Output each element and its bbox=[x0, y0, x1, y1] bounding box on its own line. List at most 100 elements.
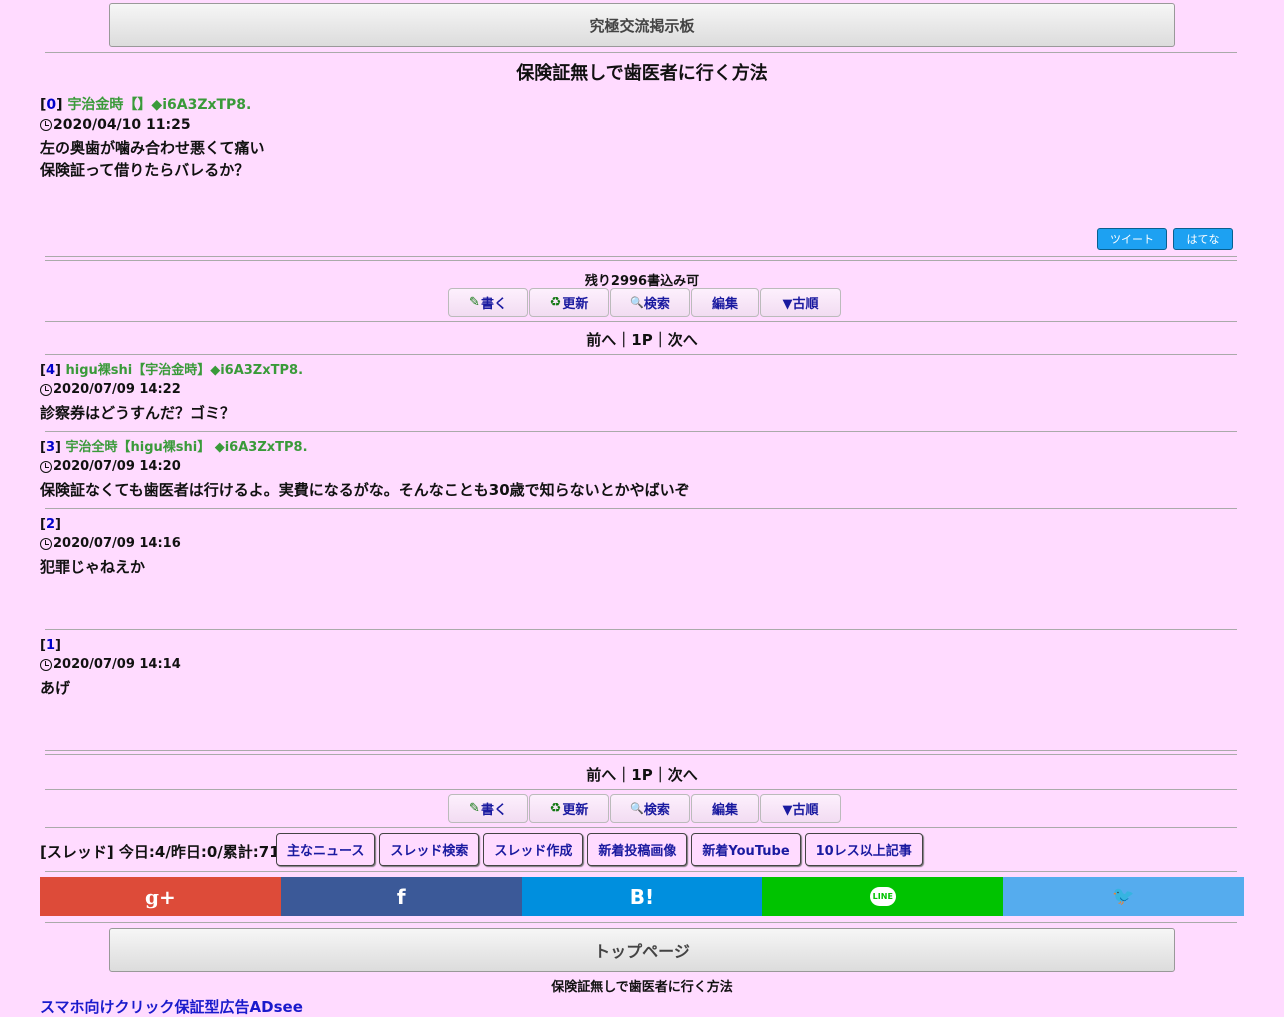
thread-create-button[interactable]: スレッド作成 bbox=[483, 833, 584, 866]
google-plus-icon: g+ bbox=[145, 884, 176, 909]
edit-button[interactable]: 編集 bbox=[691, 794, 759, 823]
post-header: [4] higu裸shi【宇治金時】◆i6A3ZxTP8. bbox=[40, 363, 304, 378]
next-link[interactable]: 次へ bbox=[668, 766, 698, 784]
refresh-button[interactable]: ♻ 更新 bbox=[529, 794, 609, 823]
refresh-label: 更新 bbox=[562, 297, 589, 312]
divider bbox=[45, 827, 1237, 828]
toolbar-bottom: ✎ 書く ♻ 更新 🔍 検索 編集 ▼古順 bbox=[448, 794, 841, 823]
prev-link[interactable]: 前へ bbox=[586, 331, 616, 349]
search-button[interactable]: 🔍 検索 bbox=[610, 794, 690, 823]
twitter-icon: 🐦 bbox=[1112, 886, 1135, 907]
post-date-row: 2020/07/09 14:16 bbox=[40, 534, 1240, 554]
op-post: [0] 宇治金時【】◆i6A3ZxTP8. 2020/04/10 11:25 左… bbox=[40, 95, 1240, 181]
divider bbox=[45, 321, 1237, 322]
search-button[interactable]: 🔍 検索 bbox=[610, 288, 690, 317]
new-images-button[interactable]: 新着投稿画像 bbox=[587, 833, 688, 866]
thread-search-button[interactable]: スレッド検索 bbox=[379, 833, 480, 866]
pager-separator: ｜ bbox=[652, 331, 668, 349]
hatena-button[interactable]: はてな bbox=[1173, 228, 1233, 250]
post-date: 2020/04/10 11:25 bbox=[53, 117, 191, 133]
search-label: 検索 bbox=[643, 803, 670, 818]
hatena-share-button[interactable]: B! bbox=[521, 877, 763, 916]
write-label: 書く bbox=[480, 297, 507, 312]
post-date-row: 2020/07/09 14:14 bbox=[40, 655, 1240, 675]
facebook-icon: f bbox=[396, 884, 406, 909]
refresh-label: 更新 bbox=[562, 803, 589, 818]
refresh-icon: ♻ bbox=[549, 295, 562, 310]
post-date: 2020/07/09 14:14 bbox=[53, 657, 181, 672]
post-author: 宇治全時【higu裸shi】 ◆i6A3ZxTP8. bbox=[65, 440, 308, 455]
pager-top: 前へ｜1P｜次へ bbox=[0, 329, 1284, 350]
post-number-link[interactable]: 1 bbox=[46, 638, 55, 653]
post-body: あげ bbox=[40, 679, 71, 697]
sort-order-button[interactable]: ▼古順 bbox=[760, 288, 841, 317]
write-label: 書く bbox=[480, 803, 507, 818]
remaining-posts: 残り2996書込み可 bbox=[584, 274, 700, 289]
edit-button[interactable]: 編集 bbox=[691, 288, 759, 317]
write-button[interactable]: ✎ 書く bbox=[448, 288, 528, 317]
prev-link[interactable]: 前へ bbox=[586, 766, 616, 784]
thread-stats: [スレッド] 今日:4/昨日:0/累計:71 bbox=[40, 843, 280, 861]
post-header: [2] bbox=[40, 517, 61, 532]
clock-icon bbox=[40, 659, 52, 671]
post-header: [1] bbox=[40, 638, 61, 653]
post-number-link[interactable]: 2 bbox=[46, 517, 55, 532]
post-date-row: 2020/04/10 11:25 bbox=[40, 115, 1240, 135]
line-share-button[interactable]: LINE bbox=[762, 877, 1004, 916]
next-link[interactable]: 次へ bbox=[668, 331, 698, 349]
post-number-link[interactable]: 4 bbox=[46, 363, 55, 378]
pencil-icon: ✎ bbox=[469, 801, 480, 816]
link-buttons: 主なニュース スレッド検索 スレッド作成 新着投稿画像 新着YouTube 10… bbox=[276, 833, 923, 866]
post-item: [1] 2020/07/09 14:14 あげ bbox=[40, 637, 1240, 699]
divider bbox=[45, 789, 1237, 790]
pager-bottom: 前へ｜1P｜次へ bbox=[0, 764, 1284, 785]
facebook-share-button[interactable]: f bbox=[280, 877, 522, 916]
top-page-button[interactable]: トップページ bbox=[109, 928, 1175, 972]
page-link[interactable]: 1P bbox=[631, 331, 652, 349]
clock-icon bbox=[40, 461, 52, 473]
page-link[interactable]: 1P bbox=[631, 766, 652, 784]
divider bbox=[45, 431, 1237, 432]
pencil-icon: ✎ bbox=[469, 295, 480, 310]
search-icon: 🔍 bbox=[630, 802, 644, 815]
main-news-button[interactable]: 主なニュース bbox=[276, 833, 376, 866]
pager-separator: ｜ bbox=[616, 331, 632, 349]
post-number-link[interactable]: 0 bbox=[46, 97, 56, 113]
post-date-row: 2020/07/09 14:22 bbox=[40, 380, 1240, 400]
line-icon: LINE bbox=[869, 887, 896, 906]
board-title-label: 究極交流掲示板 bbox=[589, 16, 695, 35]
twitter-share-button[interactable]: 🐦 bbox=[1003, 877, 1244, 916]
post-number-link[interactable]: 3 bbox=[46, 440, 55, 455]
hatena-bookmark-icon: B! bbox=[629, 884, 655, 909]
post-author: higu裸shi【宇治金時】◆i6A3ZxTP8. bbox=[65, 363, 304, 378]
popular-posts-button[interactable]: 10レス以上記事 bbox=[804, 833, 923, 866]
clock-icon bbox=[40, 384, 52, 396]
post-item: [4] higu裸shi【宇治金時】◆i6A3ZxTP8. 2020/07/09… bbox=[40, 362, 1240, 424]
post-date: 2020/07/09 14:22 bbox=[53, 382, 181, 397]
divider bbox=[45, 354, 1237, 355]
divider bbox=[45, 629, 1237, 630]
clock-icon bbox=[40, 538, 52, 550]
ad-link[interactable]: スマホ向けクリック保証型広告ADsee bbox=[40, 996, 303, 1017]
new-youtube-button[interactable]: 新着YouTube bbox=[691, 833, 801, 866]
toolbar: ✎ 書く ♻ 更新 🔍 検索 編集 ▼古順 bbox=[448, 288, 841, 317]
google-plus-share-button[interactable]: g+ bbox=[40, 877, 281, 916]
tweet-button[interactable]: ツイート bbox=[1097, 228, 1167, 250]
sort-order-button[interactable]: ▼古順 bbox=[760, 794, 841, 823]
post-body: 保険証なくても歯医者は行けるよ。実費になるがな。そんなことも30歳で知らないとか… bbox=[40, 481, 690, 499]
post-body-line: 左の奥歯が噛み合わせ悪くて痛い bbox=[40, 139, 265, 157]
footer-thread-title: 保険証無しで歯医者に行く方法 bbox=[551, 980, 733, 995]
board-title-button[interactable]: 究極交流掲示板 bbox=[109, 3, 1175, 47]
post-date-row: 2020/07/09 14:20 bbox=[40, 457, 1240, 477]
post-item: [3] 宇治全時【higu裸shi】 ◆i6A3ZxTP8. 2020/07/0… bbox=[40, 439, 1240, 501]
divider bbox=[45, 750, 1237, 755]
post-body: 犯罪じゃねえか bbox=[40, 558, 146, 576]
divider bbox=[45, 508, 1237, 509]
search-label: 検索 bbox=[643, 297, 670, 312]
post-date: 2020/07/09 14:16 bbox=[53, 536, 181, 551]
thread-title: 保険証無しで歯医者に行く方法 bbox=[516, 63, 768, 84]
search-icon: 🔍 bbox=[630, 296, 644, 309]
refresh-button[interactable]: ♻ 更新 bbox=[529, 288, 609, 317]
post-body-line: 保険証って借りたらバレるか？ bbox=[40, 161, 250, 179]
write-button[interactable]: ✎ 書く bbox=[448, 794, 528, 823]
